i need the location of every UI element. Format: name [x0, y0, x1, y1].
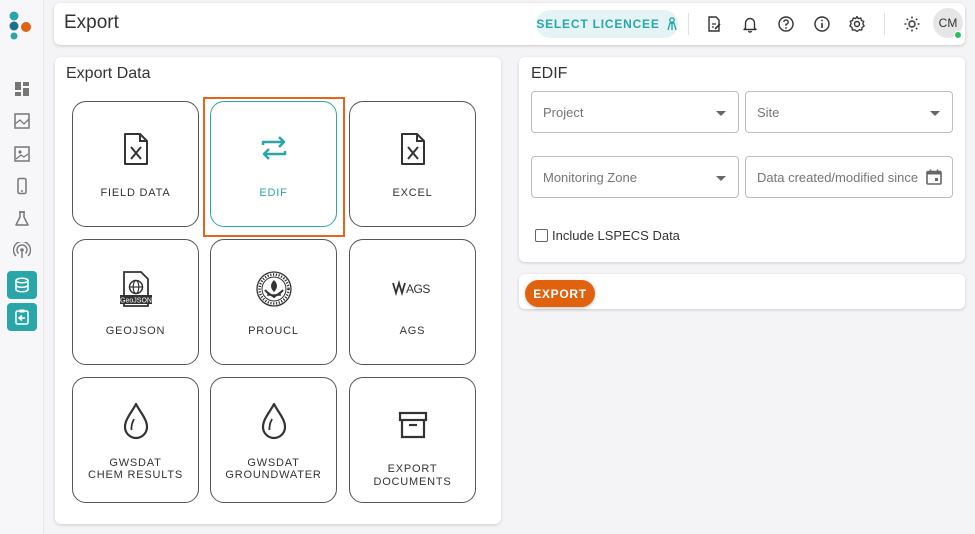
app-logo-icon[interactable]	[6, 10, 36, 40]
tile-label: GEOJSON	[105, 325, 166, 337]
chevron-down-icon	[716, 176, 726, 181]
map-icon[interactable]	[7, 107, 37, 135]
tile-ags[interactable]: AGS AGS	[349, 239, 476, 365]
tile-label: EXCEL	[392, 187, 433, 199]
excel-file-icon	[73, 132, 198, 166]
monitoring-zone-placeholder: Monitoring Zone	[543, 170, 637, 185]
tile-gwsdat-groundwater[interactable]: GWSDAT GROUNDWATER	[210, 377, 337, 503]
include-lspecs-label: Include LSPECS Data	[552, 228, 680, 243]
clipboard-import-icon[interactable]	[7, 303, 37, 331]
edit-document-icon[interactable]	[704, 14, 724, 34]
toolbar-divider	[884, 13, 885, 35]
geojson-icon-text: GeoJSON	[120, 297, 152, 304]
online-status-indicator	[954, 31, 962, 39]
selection-highlight	[203, 97, 345, 237]
calendar-icon[interactable]	[925, 168, 943, 186]
water-drop-icon	[73, 402, 198, 440]
tile-field-data[interactable]: FIELD DATA	[72, 101, 199, 227]
chevron-down-icon	[716, 111, 726, 116]
dashboard-icon[interactable]	[7, 75, 37, 103]
water-drop-icon	[211, 402, 336, 440]
date-modified-since-field[interactable]: Data created/modified since	[745, 156, 953, 198]
ags-icon-text: AGS	[406, 282, 430, 296]
mobile-device-icon[interactable]	[7, 172, 37, 200]
ags-logo-icon: AGS	[350, 280, 475, 296]
sensor-broadcast-icon[interactable]	[7, 237, 37, 265]
project-select[interactable]: Project	[531, 91, 739, 133]
date-placeholder: Data created/modified since	[757, 170, 919, 185]
tile-label: AGS	[399, 325, 426, 337]
tile-export-documents[interactable]: EXPORT DOCUMENTS	[349, 377, 476, 503]
monitoring-zone-select[interactable]: Monitoring Zone	[531, 156, 739, 198]
settings-gear-icon[interactable]	[847, 14, 867, 34]
info-icon[interactable]	[812, 14, 832, 34]
chevron-down-icon	[930, 111, 940, 116]
sidebar	[0, 0, 44, 534]
export-data-title: Export Data	[66, 65, 151, 82]
tile-gwsdat-chem-results[interactable]: GWSDAT CHEM RESULTS	[72, 377, 199, 503]
excel-file-icon	[350, 132, 475, 166]
help-question-icon[interactable]	[776, 14, 796, 34]
tile-excel[interactable]: EXCEL	[349, 101, 476, 227]
lab-flask-icon[interactable]	[7, 205, 37, 233]
tile-geojson[interactable]: GeoJSON GEOJSON	[72, 239, 199, 365]
project-placeholder: Project	[543, 105, 584, 120]
epa-seal-icon	[211, 270, 336, 308]
select-licencee-label: SELECT LICENCEE	[536, 17, 660, 31]
brightness-theme-icon[interactable]	[902, 14, 922, 34]
image-gallery-icon[interactable]	[7, 140, 37, 168]
site-placeholder: Site	[757, 105, 780, 120]
tile-label: FIELD DATA	[100, 187, 171, 199]
site-select[interactable]: Site	[745, 91, 953, 133]
page-title: Export	[64, 12, 119, 33]
toolbar-divider	[688, 13, 689, 35]
include-lspecs-checkbox[interactable]	[535, 229, 548, 242]
notifications-bell-icon[interactable]	[740, 14, 760, 34]
geojson-file-icon: GeoJSON	[73, 270, 198, 308]
edif-title: EDIF	[531, 65, 568, 82]
tile-label: PROUCL	[248, 325, 299, 337]
database-export-icon[interactable]	[7, 271, 37, 299]
archive-box-icon	[350, 410, 475, 440]
header-bar: Export SELECT LICENCEE CM	[54, 3, 965, 45]
tile-label-line2: GROUNDWATER	[225, 469, 322, 481]
select-licencee-button[interactable]: SELECT LICENCEE	[536, 10, 678, 38]
tile-label-line2: CHEM RESULTS	[88, 469, 183, 481]
tile-proucl[interactable]: PROUCL	[210, 239, 337, 365]
export-button[interactable]: EXPORT	[525, 280, 595, 307]
tile-label: EXPORT DOCUMENTS	[373, 463, 452, 488]
licencee-person-icon	[666, 17, 677, 31]
